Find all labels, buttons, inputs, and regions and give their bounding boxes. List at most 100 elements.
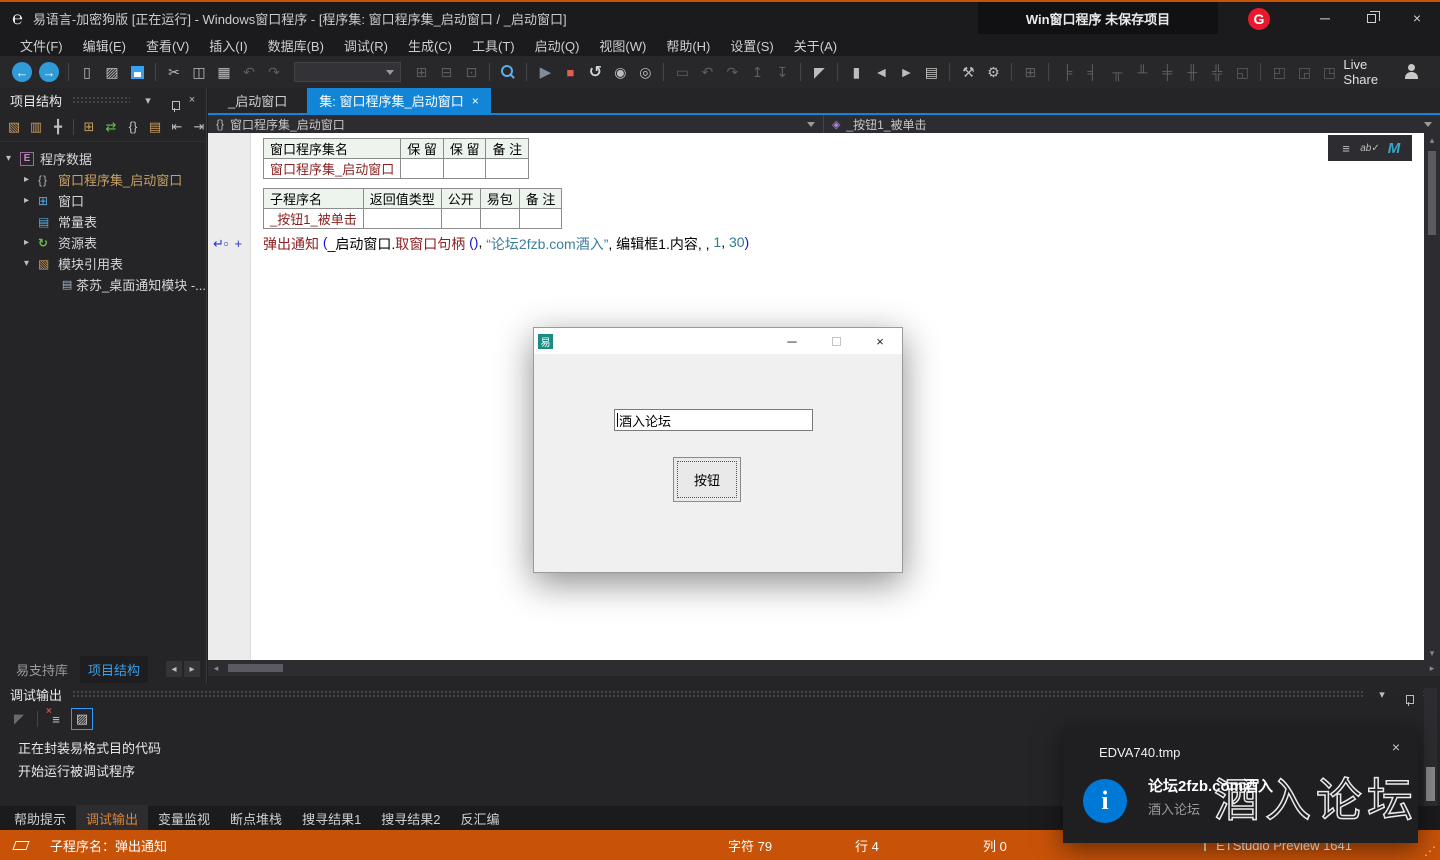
next-bookmark-icon[interactable]: ►: [895, 61, 917, 83]
account-icon[interactable]: [1402, 62, 1418, 82]
paste-icon[interactable]: ▦: [213, 61, 235, 83]
tree-item[interactable]: ▸ ↻ 资源表: [0, 232, 206, 253]
step-over-icon[interactable]: ◎: [634, 61, 656, 83]
divider[interactable]: [1260, 63, 1262, 81]
tree-item[interactable]: ▾ E 程序数据: [0, 148, 206, 169]
assembly-table-header[interactable]: 窗口程序集名: [262, 138, 402, 159]
tree-item[interactable]: ▤ 常量表: [0, 211, 206, 232]
add-braces-icon[interactable]: {}: [123, 117, 143, 137]
subroutine-table-header[interactable]: 子程序名: [263, 188, 364, 209]
wrench-icon[interactable]: ⚒: [957, 61, 979, 83]
editor-tab[interactable]: 集: 窗口程序集_启动窗口 ×: [307, 88, 491, 113]
divider[interactable]: [68, 63, 69, 81]
app-button[interactable]: 按钮: [673, 457, 741, 502]
cut-icon[interactable]: ✂: [163, 61, 185, 83]
scroll-up-icon[interactable]: ▴: [1430, 133, 1435, 147]
divider[interactable]: [1048, 63, 1050, 81]
toolbar-combobox[interactable]: [294, 62, 402, 82]
menu-item[interactable]: 文件(F): [10, 34, 73, 57]
debug-panel-tab[interactable]: 调试输出: [76, 804, 149, 832]
compile-icon[interactable]: ⊟: [435, 61, 457, 83]
open-file-icon[interactable]: ▨: [101, 61, 123, 83]
undo-icon[interactable]: ↶: [238, 61, 260, 83]
assembly-table-header[interactable]: 备 注: [485, 138, 530, 159]
expander-icon[interactable]: ▾: [6, 153, 20, 164]
close-panel-icon[interactable]: ×: [184, 94, 200, 106]
expander-icon[interactable]: ▸: [24, 174, 38, 185]
close-button[interactable]: ×: [1394, 2, 1440, 34]
close-button[interactable]: ×: [858, 328, 902, 354]
scrollbar-thumb[interactable]: [1426, 767, 1435, 801]
divider[interactable]: [73, 118, 74, 135]
subroutine-table-header[interactable]: 返回值类型: [362, 188, 442, 209]
sidebar-tab[interactable]: 易支持库: [8, 656, 76, 683]
debug-panel-tab[interactable]: 帮助提示: [4, 805, 76, 832]
debug-panel-tab[interactable]: 变量监视: [148, 805, 220, 832]
scrollbar-thumb[interactable]: [1428, 151, 1436, 235]
resize-grip[interactable]: ⋰: [1424, 844, 1436, 858]
align-top-icon[interactable]: ╥: [1106, 61, 1128, 83]
tree-item[interactable]: ▸ ⊞ 窗口: [0, 190, 206, 211]
subroutine-table-cell[interactable]: [440, 208, 481, 229]
breadcrumb-method-selector[interactable]: ◈ _按钮1_被单击: [824, 115, 1440, 133]
add-line-icon[interactable]: +: [235, 236, 243, 252]
divider[interactable]: [800, 63, 802, 81]
divider[interactable]: [37, 711, 38, 727]
run-icon[interactable]: ▶: [534, 61, 556, 83]
scrollbar-thumb[interactable]: [228, 664, 283, 672]
prev-bookmark-icon[interactable]: ◄: [870, 61, 892, 83]
debug-vertical-scrollbar[interactable]: [1424, 688, 1437, 806]
history-forward-icon[interactable]: ↷: [721, 61, 743, 83]
subroutine-table-cell[interactable]: [479, 208, 520, 229]
bookmark-icon[interactable]: ▮: [845, 61, 867, 83]
same-width-icon[interactable]: ◰: [1268, 61, 1290, 83]
return-icon[interactable]: ↵▫: [213, 236, 229, 252]
restore-button[interactable]: [1348, 2, 1394, 34]
same-height-icon[interactable]: ◲: [1293, 61, 1315, 83]
debug-panel-tab[interactable]: 搜寻结果1: [292, 805, 371, 832]
outline-icon[interactable]: ≡: [1336, 138, 1356, 158]
bookmark-list-icon[interactable]: ▤: [920, 61, 942, 83]
package-icon[interactable]: ⊡: [460, 61, 482, 83]
divider[interactable]: [526, 63, 528, 81]
image-mode-icon[interactable]: ▨: [71, 708, 93, 730]
history-back-icon[interactable]: ↶: [696, 61, 718, 83]
divider[interactable]: [1011, 63, 1013, 81]
tree-item[interactable]: ▸ {} 窗口程序集_启动窗口: [0, 169, 206, 190]
assembly-table-cell[interactable]: 窗口程序集_启动窗口: [262, 158, 402, 179]
editor-vertical-scrollbar[interactable]: ▴ ▾: [1424, 133, 1440, 660]
code-line[interactable]: ↵▫ + 弹出通知 (_启动窗口. 取窗口句柄 (), “论坛2fzb.com酒入…: [208, 233, 1440, 254]
chevron-down-icon[interactable]: ▾: [140, 94, 156, 107]
project-manager-icon[interactable]: ▥: [26, 117, 46, 137]
assembly-table-cell[interactable]: [400, 158, 444, 179]
assembly-table-cell[interactable]: [485, 158, 530, 179]
search-icon[interactable]: [497, 61, 519, 83]
close-tab-icon[interactable]: ×: [472, 94, 479, 108]
subroutine-table-header[interactable]: 备 注: [518, 188, 563, 209]
scroll-right-icon[interactable]: ▸: [184, 661, 200, 677]
divider[interactable]: [949, 63, 951, 81]
move-down-icon[interactable]: ↧: [771, 61, 793, 83]
build-icon[interactable]: ⊞: [410, 61, 432, 83]
menu-item[interactable]: 数据库(B): [258, 34, 334, 57]
sidebar-tab[interactable]: 项目结构: [80, 655, 149, 683]
debug-panel-tab[interactable]: 搜寻结果2: [371, 805, 450, 832]
minimize-button[interactable]: ─: [1302, 2, 1348, 34]
gear-icon[interactable]: ⚙: [982, 61, 1004, 83]
chevron-down-icon[interactable]: ▾: [1374, 688, 1390, 701]
menu-item[interactable]: 工具(T): [462, 34, 525, 57]
divider[interactable]: [663, 63, 665, 81]
fit-window-icon[interactable]: ◳: [1318, 61, 1340, 83]
menu-item[interactable]: 关于(A): [784, 34, 847, 57]
menu-item[interactable]: 启动(Q): [525, 34, 590, 57]
tree-item[interactable]: ▾ ▧ 模块引用表: [0, 253, 206, 274]
subroutine-table-header[interactable]: 易包: [479, 188, 520, 209]
scroll-left-icon[interactable]: ◂: [208, 663, 224, 674]
subroutine-table-cell[interactable]: _按钮1_被单击: [263, 208, 364, 229]
move-up-icon[interactable]: ↥: [746, 61, 768, 83]
divider[interactable]: [155, 63, 156, 81]
restart-icon[interactable]: ↺: [584, 61, 606, 83]
menu-item[interactable]: 调试(R): [334, 34, 398, 57]
select-cursor-icon[interactable]: ◤: [808, 61, 830, 83]
form-designer-icon[interactable]: ⊞: [1019, 61, 1041, 83]
